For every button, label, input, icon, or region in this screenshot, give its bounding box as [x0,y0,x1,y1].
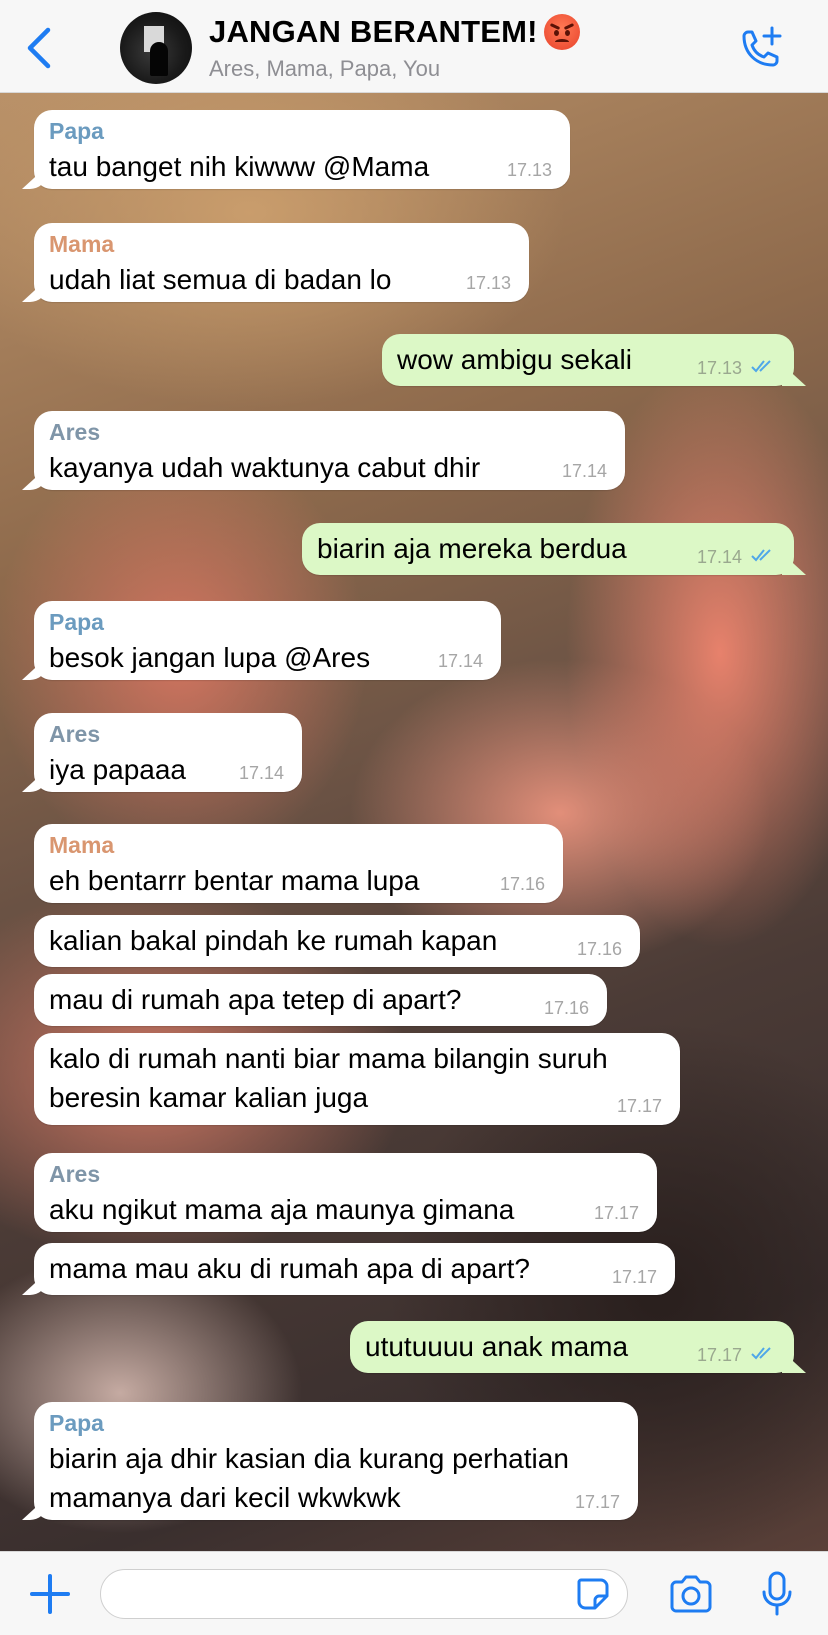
read-ticks-icon [751,549,771,562]
message-time: 17.16 [543,998,589,1018]
message-sender: Papa [49,609,104,635]
message-text: kalian bakal pindah ke rumah kapan [49,925,498,956]
plus-icon[interactable] [28,1572,72,1616]
phone-add-icon[interactable] [734,24,784,74]
message-bubble[interactable]: Mama udah liat semua di badan lo 17.13 [34,223,529,302]
message-text: iya papaaa [49,754,187,785]
message-time: 17.13 [465,273,511,293]
message-bubble[interactable]: Papa tau banget nih kiwww @Mama 17.13 [34,110,570,189]
message-composer [0,1551,828,1635]
message-bubble[interactable]: kalo di rumah nanti biar mama bilangin s… [34,1033,680,1125]
message-text: wow ambigu sekali [397,344,632,375]
message-time: 17.17 [611,1267,657,1287]
message-text: kalo di rumah nanti biar mama bilangin s… [49,1043,608,1113]
message-text: biarin aja mereka berdua [317,533,627,564]
microphone-icon[interactable] [760,1570,794,1618]
message-text: ututuuuu anak mama [365,1331,629,1362]
message-time: 17.17 [616,1096,662,1116]
message-bubble[interactable]: Ares kayanya udah waktunya cabut dhir 17… [34,411,625,490]
message-time: 17.16 [576,939,622,959]
message-sender: Papa [49,118,104,144]
message-sender: Papa [49,1410,104,1436]
message-bubble[interactable]: mau di rumah apa tetep di apart? 17.16 [34,974,607,1026]
angry-face-icon [544,14,581,50]
message-bubble[interactable]: kalian bakal pindah ke rumah kapan 17.16 [34,915,640,967]
camera-icon[interactable] [668,1574,714,1614]
message-time: 17.13 [696,358,742,378]
group-title: JANGAN BERANTEM! [209,14,538,49]
message-bubble[interactable]: wow ambigu sekali 17.13 [382,334,794,386]
message-text: biarin aja dhir kasian dia kurang perhat… [49,1443,569,1513]
chat-messages[interactable]: Papa tau banget nih kiwww @Mama 17.13 Ma… [0,93,828,1551]
message-sender: Ares [49,721,101,747]
message-bubble[interactable]: biarin aja mereka berdua 17.14 [302,523,794,575]
message-time: 17.14 [696,547,742,567]
group-members: Ares, Mama, Papa, You [209,56,441,81]
message-bubble[interactable]: Papa biarin aja dhir kasian dia kurang p… [34,1402,638,1520]
message-bubble[interactable]: Papa besok jangan lupa @Ares 17.14 [34,601,501,680]
message-text: kayanya udah waktunya cabut dhir [49,452,481,483]
message-time: 17.14 [437,651,483,671]
message-bubble[interactable]: mama mau aku di rumah apa di apart? 17.1… [34,1243,675,1295]
message-bubble[interactable]: Ares aku ngikut mama aja maunya gimana 1… [34,1153,657,1232]
message-text: aku ngikut mama aja maunya gimana [49,1194,515,1225]
message-text: tau banget nih kiwww @Mama [49,151,430,182]
message-text: besok jangan lupa @Ares [49,642,371,673]
sticker-icon[interactable] [575,1576,611,1612]
message-time: 17.14 [238,763,284,783]
message-sender: Ares [49,1161,101,1187]
group-avatar[interactable] [120,12,192,84]
message-time: 17.13 [506,160,552,180]
read-ticks-icon [751,360,771,373]
message-time: 17.17 [593,1203,639,1223]
message-time: 17.16 [499,874,545,894]
message-sender: Mama [49,832,115,858]
message-bubble[interactable]: Ares iya papaaa 17.14 [34,713,302,792]
read-ticks-icon [751,1347,771,1360]
message-time: 17.14 [561,461,607,481]
message-bubble[interactable]: Mama eh bentarrr bentar mama lupa 17.16 [34,824,563,903]
message-sender: Ares [49,419,101,445]
chevron-left-icon[interactable] [20,20,60,76]
group-info[interactable]: JANGAN BERANTEM! Ares, Mama, Papa, You [209,14,581,82]
message-text: mama mau aku di rumah apa di apart? [49,1253,530,1284]
chat-header: JANGAN BERANTEM! Ares, Mama, Papa, You [0,0,828,93]
message-text: eh bentarrr bentar mama lupa [49,865,420,896]
message-text: udah liat semua di badan lo [49,264,392,295]
message-time: 17.17 [696,1345,742,1365]
message-sender: Mama [49,231,115,257]
message-input[interactable] [100,1569,628,1619]
message-time: 17.17 [574,1492,620,1512]
message-bubble[interactable]: ututuuuu anak mama 17.17 [350,1321,794,1373]
message-text: mau di rumah apa tetep di apart? [49,984,462,1015]
